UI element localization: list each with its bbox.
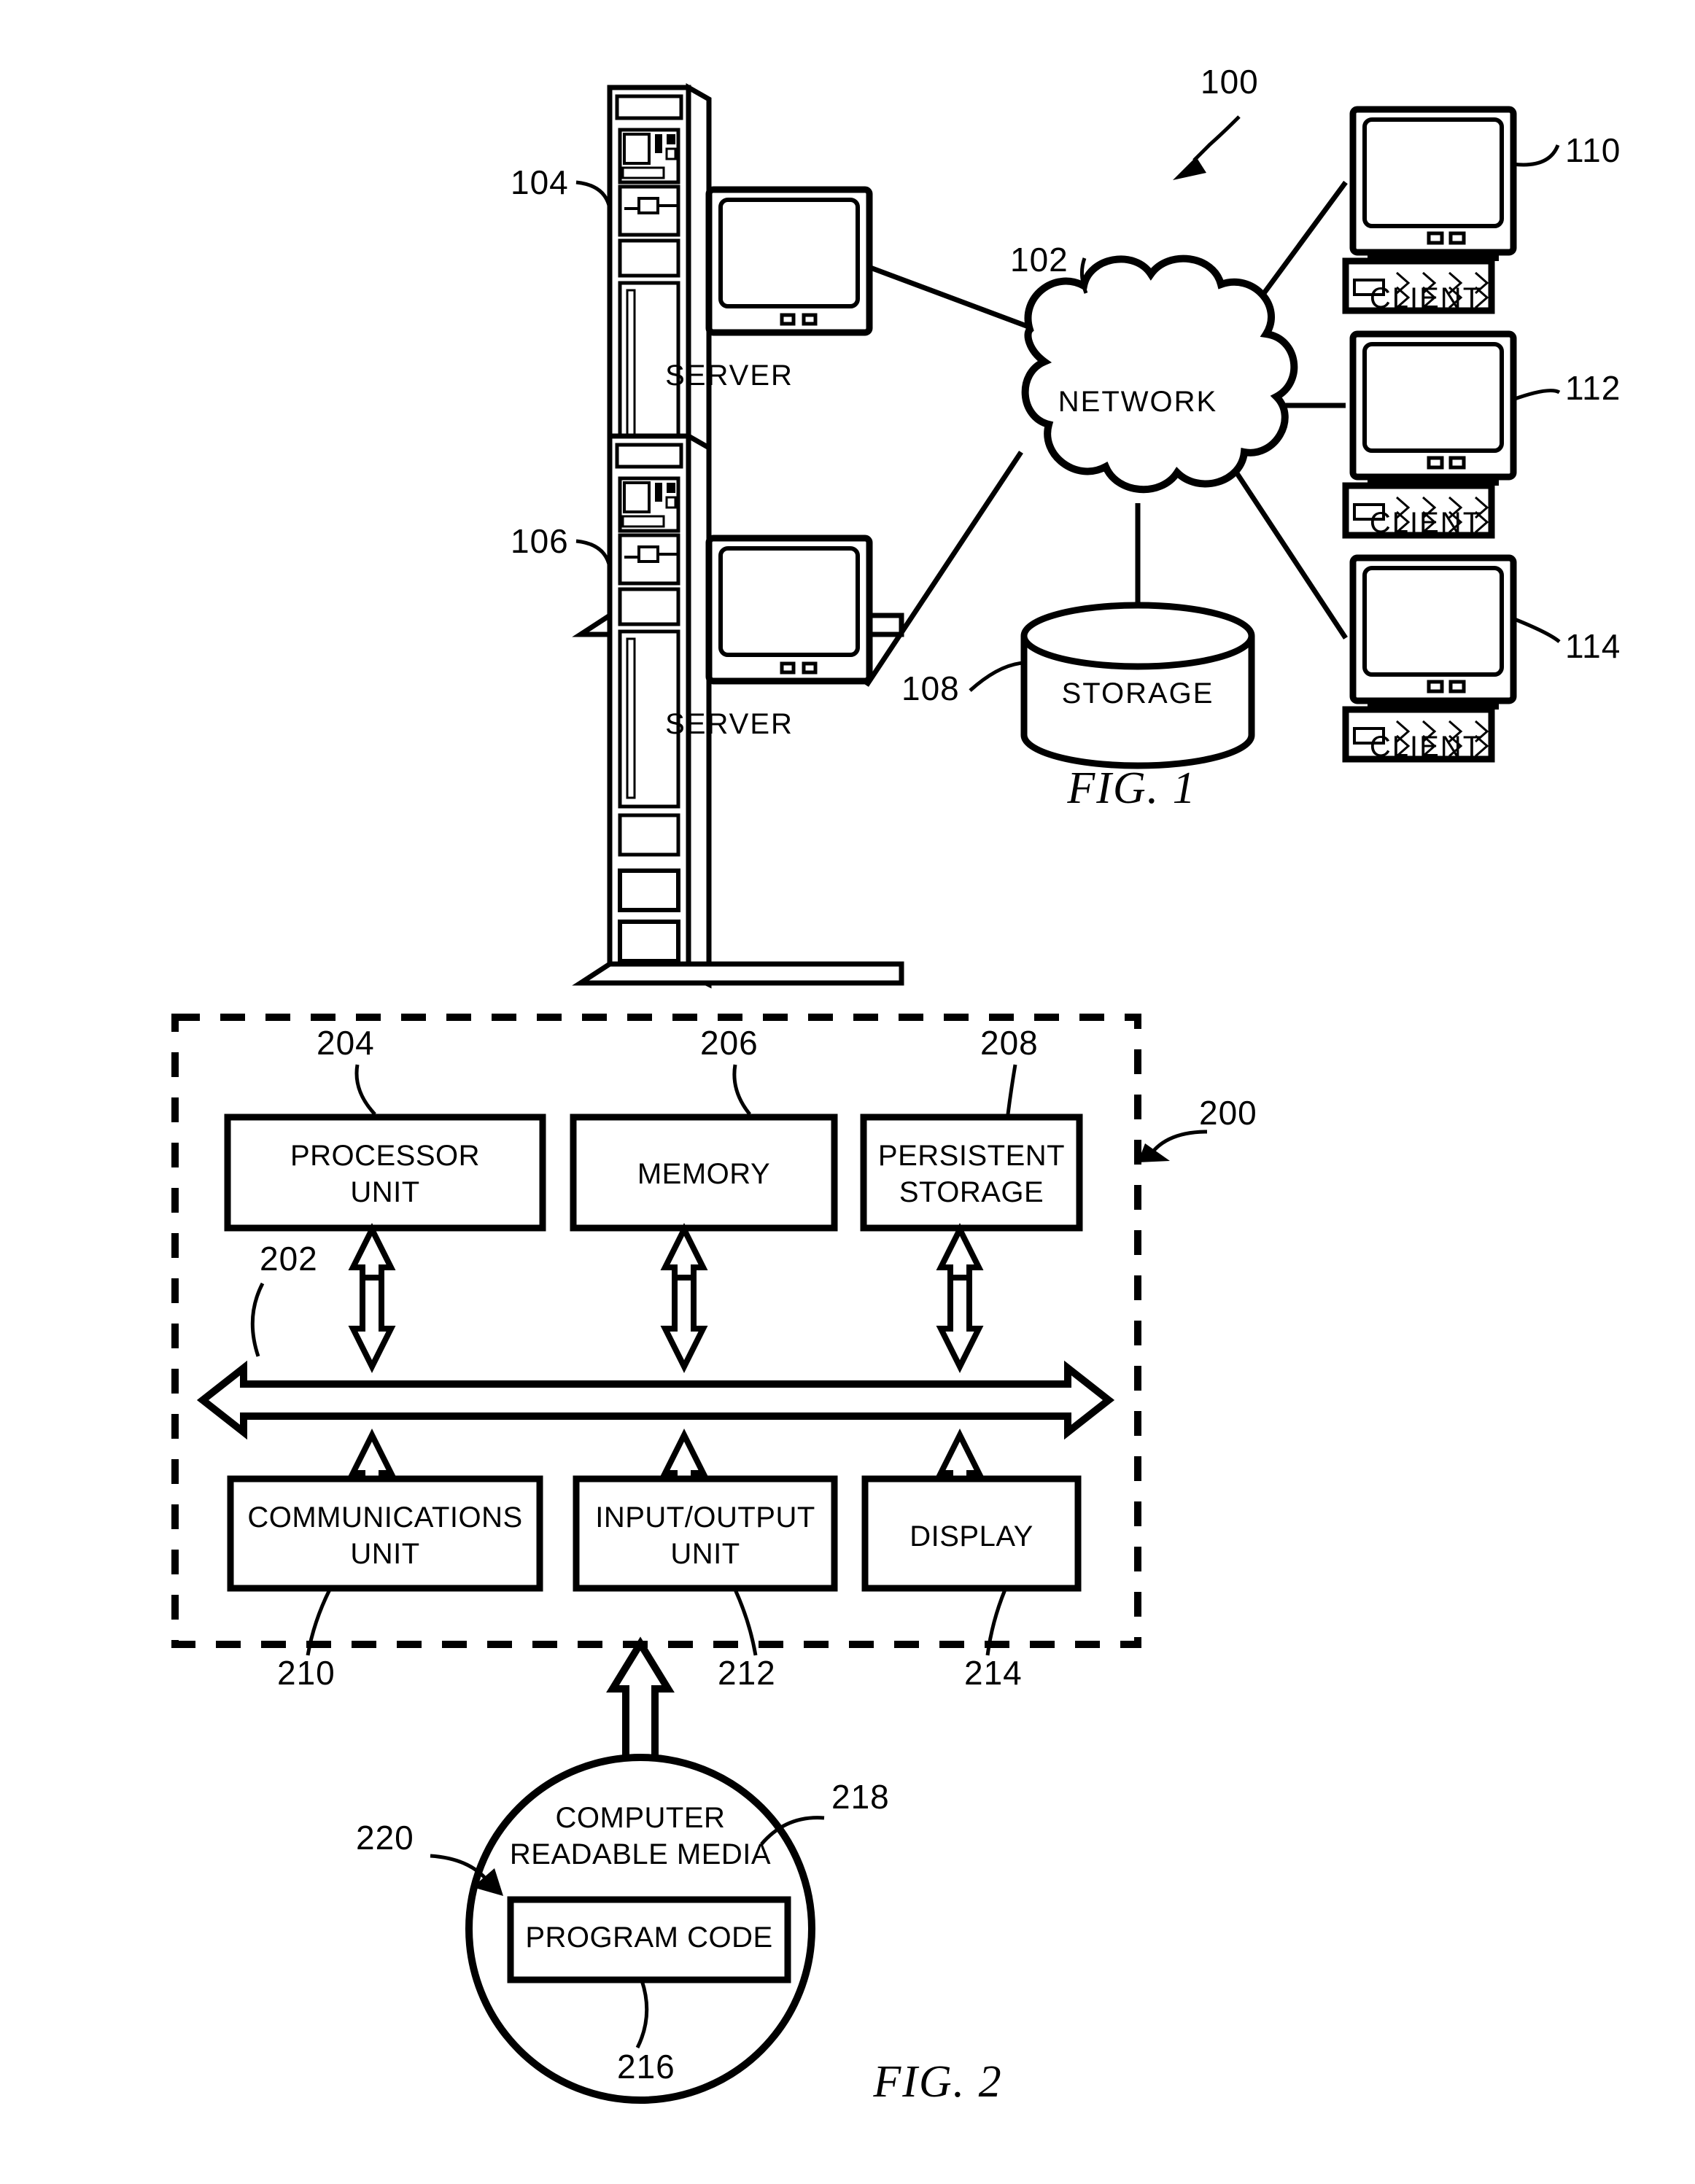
ref-label-108: 108 bbox=[901, 669, 960, 707]
ref-label-200: 200 bbox=[1199, 1094, 1257, 1132]
block-memory-label: MEMORY bbox=[637, 1158, 771, 1190]
client-110-graphic bbox=[1346, 109, 1513, 311]
ref-leader-106 bbox=[575, 539, 612, 568]
ref-leader-212 bbox=[733, 1588, 758, 1656]
ref-label-208: 208 bbox=[980, 1024, 1039, 1062]
ref-label-210: 210 bbox=[277, 1654, 335, 1692]
figure-1-caption: FIG. 1 bbox=[1067, 763, 1197, 813]
computer-readable-media-label: COMPUTER READABLE MEDIA bbox=[509, 1802, 772, 1870]
client-114-label: CLIENT bbox=[1369, 731, 1483, 763]
block-display-label: DISPLAY bbox=[909, 1520, 1033, 1552]
network-label: NETWORK bbox=[1058, 386, 1218, 418]
ref-label-214: 214 bbox=[964, 1654, 1023, 1692]
ref-leader-100 bbox=[1192, 115, 1241, 162]
ref-arrow-200 bbox=[1138, 1143, 1170, 1162]
block-persistent-storage-label: PERSISTENT STORAGE bbox=[877, 1140, 1066, 1208]
ref-label-212: 212 bbox=[718, 1654, 776, 1692]
ref-leader-206 bbox=[732, 1064, 751, 1116]
ref-leader-114 bbox=[1512, 616, 1561, 643]
ref-label-104: 104 bbox=[511, 163, 569, 201]
ref-leader-112 bbox=[1512, 389, 1561, 402]
ref-leader-202 bbox=[250, 1282, 265, 1357]
client-112-graphic bbox=[1346, 334, 1513, 535]
client-112-label: CLIENT bbox=[1369, 507, 1483, 539]
ref-leader-204 bbox=[354, 1064, 376, 1116]
server-104-label: SERVER bbox=[665, 360, 794, 392]
ref-label-204: 204 bbox=[317, 1024, 375, 1062]
ref-label-206: 206 bbox=[700, 1024, 759, 1062]
ref-leader-208 bbox=[1006, 1064, 1017, 1115]
ref-label-106: 106 bbox=[511, 522, 569, 560]
server-106-label: SERVER bbox=[665, 708, 794, 740]
block-io-unit-label: INPUT/OUTPUT UNIT bbox=[595, 1501, 815, 1570]
ref-label-100: 100 bbox=[1201, 63, 1259, 101]
ref-label-102: 102 bbox=[1010, 241, 1068, 279]
ref-label-220: 220 bbox=[356, 1819, 414, 1857]
ref-arrow-100 bbox=[1173, 157, 1206, 180]
ref-label-218: 218 bbox=[831, 1778, 890, 1816]
block-communications-unit-label: COMMUNICATIONS UNIT bbox=[247, 1501, 523, 1570]
block-processor-unit-label: PROCESSOR UNIT bbox=[290, 1140, 481, 1208]
ref-leader-110 bbox=[1512, 144, 1560, 167]
program-transfer-arrow bbox=[606, 1636, 675, 1768]
system-bus-shape bbox=[196, 1360, 1115, 1440]
storage-label: STORAGE bbox=[1061, 677, 1214, 710]
ref-label-216: 216 bbox=[617, 2048, 675, 2086]
client-114-graphic bbox=[1346, 558, 1513, 759]
program-code-label: PROGRAM CODE bbox=[525, 1921, 773, 1954]
client-110-label: CLIENT bbox=[1369, 282, 1483, 314]
ref-leader-104 bbox=[575, 180, 612, 209]
patent-drawing-sheet: 104 106 102 100 108 110 112 114 SERVER S… bbox=[0, 0, 1695, 2184]
figure-2-caption: FIG. 2 bbox=[873, 2057, 1003, 2107]
ref-label-202: 202 bbox=[260, 1240, 318, 1278]
ref-label-112: 112 bbox=[1565, 369, 1621, 407]
ref-label-114: 114 bbox=[1565, 627, 1621, 665]
drawing-vector-layer bbox=[171, 0, 1561, 2104]
bus-arrows-upper bbox=[348, 1223, 984, 1373]
ref-label-110: 110 bbox=[1565, 131, 1621, 169]
network-cloud-shape bbox=[1021, 254, 1298, 493]
